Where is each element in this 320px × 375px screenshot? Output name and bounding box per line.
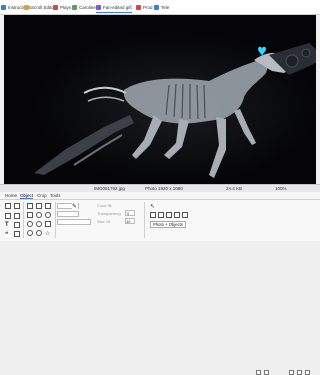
tab-label: Caroline bbox=[79, 4, 96, 10]
divider bbox=[55, 202, 56, 238]
tab-fan-edited-gift[interactable]: Fan-edited gift bbox=[96, 2, 132, 13]
tab-app-icon bbox=[154, 4, 159, 10]
tab-label: Fan-edited gift bbox=[103, 4, 132, 10]
pointer-icon[interactable]: ↖ bbox=[150, 203, 156, 210]
fullscreen-icon[interactable] bbox=[305, 370, 310, 375]
image-canvas[interactable] bbox=[4, 15, 316, 184]
transparency-label: Transparency bbox=[97, 211, 122, 216]
tab-prod[interactable]: Prod bbox=[136, 2, 153, 12]
rectangle-icon[interactable] bbox=[27, 203, 33, 209]
ribbon-toolbar: T ❝ ☆ ✎ Color fill Transparency Size 10 … bbox=[0, 199, 320, 241]
layer-icon[interactable] bbox=[14, 203, 20, 209]
eyedropper-icon[interactable]: ✎ bbox=[72, 203, 78, 210]
select-icon[interactable] bbox=[5, 203, 11, 209]
tab-label: Scroll Editor bbox=[31, 4, 56, 10]
color-label: Color fill bbox=[97, 203, 112, 208]
zoom-out-icon[interactable] bbox=[264, 370, 269, 375]
square-icon[interactable] bbox=[45, 221, 51, 227]
ribbon-tab-home[interactable]: Home bbox=[5, 193, 17, 198]
tab-app-icon bbox=[53, 4, 58, 10]
status-filesize: 24.4 KB bbox=[226, 186, 243, 191]
text-icon[interactable]: T bbox=[5, 222, 11, 228]
circle-icon[interactable] bbox=[36, 230, 42, 236]
circle-icon[interactable] bbox=[36, 221, 42, 227]
font-dropdown[interactable] bbox=[57, 219, 91, 225]
tab-app-icon bbox=[1, 4, 6, 10]
brush-icon[interactable] bbox=[14, 213, 20, 219]
tab-tele[interactable]: Tele bbox=[154, 2, 169, 12]
tab-bar: Instructions Scroll Editor Plays Carolin… bbox=[0, 0, 320, 15]
tab-app-icon bbox=[24, 4, 29, 10]
photo-objects-button[interactable]: Photo + Objects bbox=[150, 221, 186, 228]
ribbon-tab-crop[interactable]: Crop bbox=[37, 193, 47, 198]
ellipse-icon[interactable] bbox=[36, 212, 42, 218]
size-value: 10 bbox=[126, 219, 131, 224]
star-icon[interactable]: ☆ bbox=[45, 230, 51, 237]
tab-caroline[interactable]: Caroline bbox=[72, 2, 96, 12]
rotate-right-icon[interactable] bbox=[166, 212, 172, 218]
zoom-in-icon[interactable] bbox=[289, 370, 294, 375]
circle-icon[interactable] bbox=[27, 221, 33, 227]
status-zoom: 100% bbox=[275, 186, 287, 191]
arrange-icon[interactable] bbox=[150, 212, 156, 218]
crop-icon[interactable] bbox=[36, 203, 42, 209]
tab-app-icon bbox=[136, 4, 141, 10]
status-filename: IMG051792.jpg bbox=[94, 186, 125, 191]
tab-scroll-editor[interactable]: Scroll Editor bbox=[24, 2, 55, 12]
tab-label: Prod bbox=[143, 4, 153, 10]
status-dimensions: Photo 1920 x 1080 bbox=[145, 186, 183, 191]
ribbon-tabs: Home Object Crop Tools bbox=[0, 192, 320, 199]
shape-icon[interactable] bbox=[5, 213, 11, 219]
transparency-value: 0 bbox=[127, 211, 130, 216]
quote-icon[interactable]: ❝ bbox=[5, 231, 11, 238]
speech-icon[interactable] bbox=[14, 231, 20, 237]
rotate-left-icon[interactable] bbox=[158, 212, 164, 218]
style-dropdown[interactable] bbox=[57, 211, 79, 217]
fit-icon[interactable] bbox=[256, 370, 261, 375]
tab-label: Tele bbox=[161, 4, 170, 10]
line-icon[interactable] bbox=[45, 203, 51, 209]
tab-app-icon bbox=[72, 4, 77, 10]
tab-plays[interactable]: Plays bbox=[53, 2, 71, 12]
flip-icon[interactable] bbox=[174, 212, 180, 218]
circle-icon[interactable] bbox=[27, 230, 33, 236]
arrow-icon[interactable] bbox=[14, 222, 20, 228]
canvas-photo bbox=[4, 15, 316, 184]
rectangle-icon[interactable] bbox=[27, 212, 33, 218]
tab-app-icon bbox=[96, 4, 101, 10]
size-label: Size 10 bbox=[97, 219, 111, 224]
ribbon-tab-tools[interactable]: Tools bbox=[50, 193, 61, 198]
divider bbox=[23, 202, 24, 238]
actual-size-icon[interactable] bbox=[297, 370, 302, 375]
divider bbox=[144, 202, 145, 238]
tab-label: Plays bbox=[60, 4, 72, 10]
ellipse-icon[interactable] bbox=[45, 212, 51, 218]
delete-icon[interactable] bbox=[182, 212, 188, 218]
